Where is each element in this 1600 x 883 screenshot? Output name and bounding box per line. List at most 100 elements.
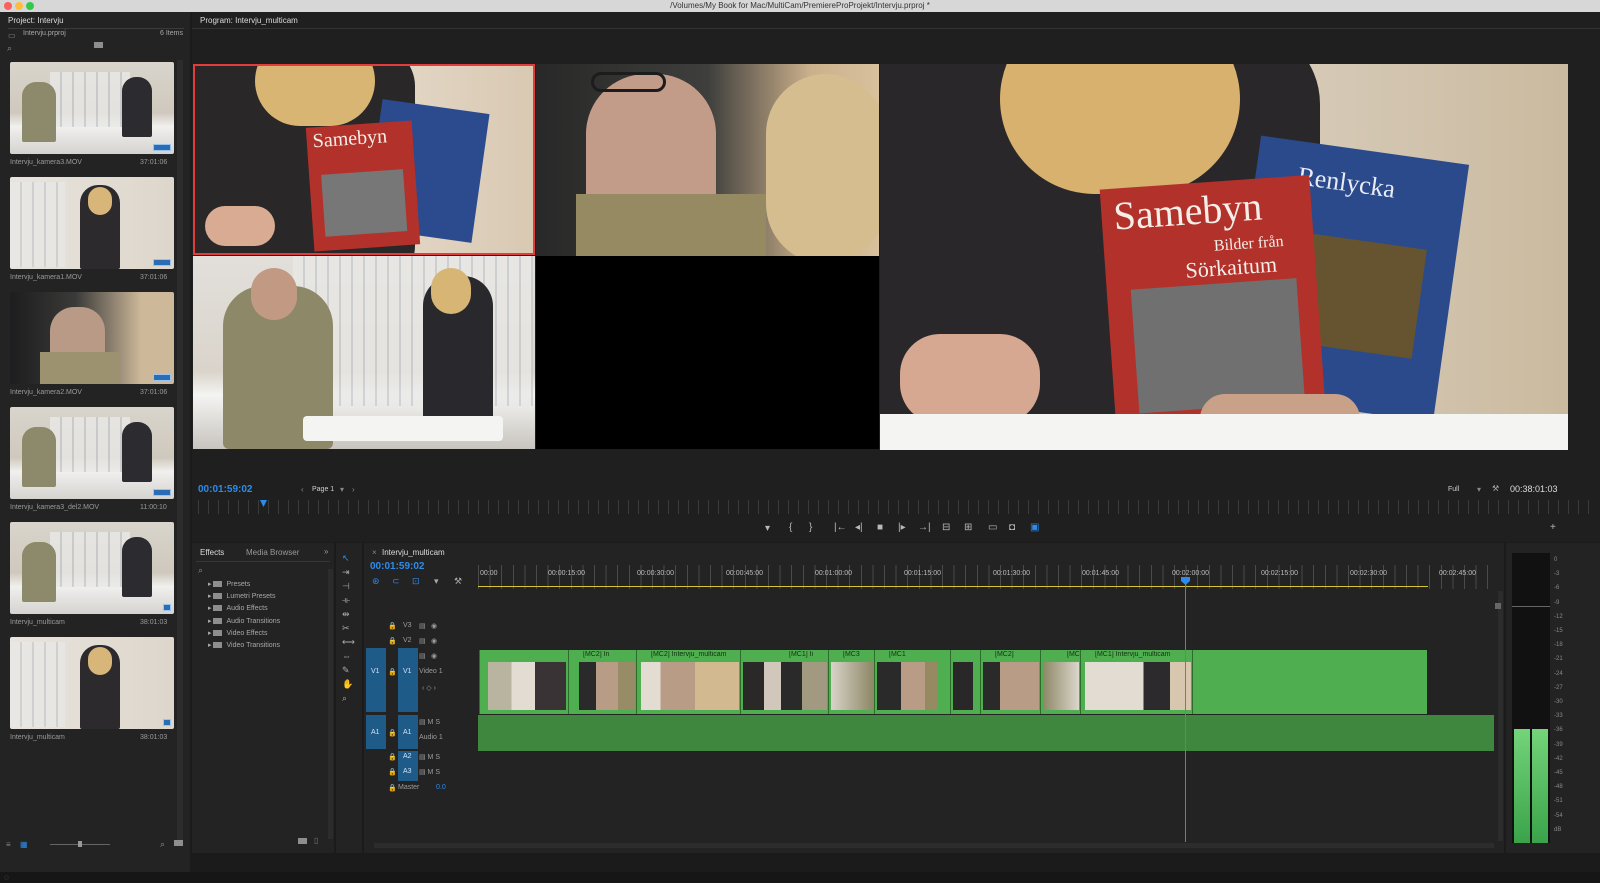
effects-scrollbar[interactable] — [328, 569, 333, 839]
search-icon[interactable]: ⌕ — [198, 565, 203, 576]
mute-solo-controls[interactable]: ▤ M S — [419, 768, 440, 776]
panel-overflow-icon[interactable]: » — [324, 547, 328, 556]
stop-icon[interactable]: ■ — [877, 522, 883, 533]
button-editor-icon[interactable]: + — [1550, 522, 1556, 533]
add-marker-icon[interactable]: ▾ — [434, 576, 439, 587]
track-name-audio1[interactable]: Audio 1 — [419, 734, 443, 741]
ripple-edit-tool-icon[interactable]: ⊣ — [342, 581, 350, 592]
effects-folder-audio-transitions[interactable]: ▸ Audio Transitions — [208, 617, 280, 625]
delete-icon[interactable]: ▯ — [314, 836, 318, 845]
timeline-playhead[interactable] — [1185, 578, 1186, 842]
lock-icon[interactable]: 🔒 — [388, 622, 397, 630]
comparison-view-icon[interactable]: ▭ — [988, 522, 997, 533]
lock-icon[interactable]: 🔒 — [388, 668, 397, 676]
timeline-clip[interactable] — [479, 650, 568, 714]
track-select-tool-icon[interactable]: ⇥ — [342, 567, 350, 578]
project-item-thumbnail[interactable] — [10, 637, 174, 729]
multicam-angle-4[interactable] — [536, 256, 879, 449]
eye-icon[interactable]: ◉ — [431, 622, 437, 630]
page-dropdown-icon[interactable]: ▾ — [340, 485, 344, 494]
go-to-out-icon[interactable]: →| — [918, 522, 931, 533]
resolution-dropdown-icon[interactable]: ▾ — [1477, 485, 1481, 494]
track-label-a1[interactable]: A1 — [403, 729, 412, 736]
sync-lock-icon[interactable]: ▤ — [419, 652, 426, 660]
tab-media-browser[interactable]: Media Browser — [246, 548, 299, 557]
timeline-clip[interactable]: [MC2] In — [568, 650, 636, 714]
close-window-button[interactable] — [4, 2, 12, 10]
project-panel-title[interactable]: Project: Intervju — [8, 16, 64, 25]
scroll-handle[interactable] — [1495, 603, 1501, 609]
track-label-v3[interactable]: V3 — [403, 622, 412, 629]
tab-effects[interactable]: Effects — [200, 548, 224, 557]
lock-icon[interactable]: 🔒 — [388, 637, 397, 645]
minimize-window-button[interactable] — [15, 2, 23, 10]
timeline-clip[interactable]: [MC1] Ii — [740, 650, 828, 714]
project-item-thumbnail[interactable] — [10, 62, 174, 154]
eye-icon[interactable]: ◉ — [431, 637, 437, 645]
settings-wrench-icon[interactable]: ⚒ — [1492, 484, 1499, 493]
selection-tool-icon[interactable]: ↖ — [342, 553, 350, 564]
go-to-in-icon[interactable]: |← — [834, 522, 847, 533]
multicam-angle-1[interactable]: Samebyn — [193, 64, 535, 255]
slide-tool-icon[interactable]: ⇔ — [342, 651, 351, 661]
new-bin-icon[interactable] — [94, 42, 103, 48]
list-view-icon[interactable]: ≡ — [6, 840, 11, 849]
project-scrollbar[interactable] — [177, 60, 183, 840]
new-bin-icon[interactable] — [298, 838, 307, 844]
rolling-edit-tool-icon[interactable]: ⟛ — [342, 595, 350, 606]
master-track-label[interactable]: Master — [398, 784, 419, 791]
multicam-angle-2[interactable] — [536, 64, 879, 256]
program-mini-timeline[interactable] — [198, 500, 1592, 514]
lock-icon[interactable]: 🔒 — [388, 753, 397, 761]
multicam-toggle-icon[interactable]: ▣ — [1030, 522, 1039, 533]
multicam-angle-3[interactable] — [193, 256, 535, 449]
timeline-scrollbar[interactable] — [1498, 591, 1503, 841]
timeline-clip[interactable]: [MC2] Intervju_multicam — [636, 650, 740, 714]
project-item-thumbnail[interactable] — [10, 292, 174, 384]
track-label-v2[interactable]: V2 — [403, 637, 412, 644]
timeline-timecode[interactable]: 00:01:59:02 — [370, 561, 424, 572]
project-item-thumbnail[interactable] — [10, 177, 174, 269]
mute-solo-controls[interactable]: ▤ M S — [419, 753, 440, 761]
program-timecode[interactable]: 00:01:59:02 — [198, 484, 252, 495]
pen-tool-icon[interactable]: ✎ — [342, 665, 350, 676]
add-marker-icon[interactable]: ▾ — [765, 523, 770, 534]
zoom-tool-icon[interactable]: ⌕ — [342, 693, 347, 704]
project-item-thumbnail[interactable] — [10, 522, 174, 614]
track-label-a3[interactable]: A3 — [403, 768, 412, 775]
track-label-a2[interactable]: A2 — [403, 753, 412, 760]
zoom-slider-handle[interactable] — [78, 841, 82, 847]
timeline-tab[interactable]: Intervju_multicam — [382, 548, 445, 557]
mark-in-icon[interactable]: { — [789, 522, 792, 533]
search-icon[interactable]: ⌕ — [7, 43, 12, 54]
track-target-v1[interactable] — [398, 648, 418, 712]
source-patch-v1[interactable] — [366, 648, 386, 712]
hand-tool-icon[interactable]: ✋ — [342, 679, 353, 690]
step-back-icon[interactable]: ◂| — [855, 522, 863, 533]
export-frame-icon[interactable]: ◘ — [1009, 522, 1015, 533]
extract-icon[interactable]: ⊞ — [964, 522, 972, 533]
effects-folder-lumetri-presets[interactable]: ▸ Lumetri Presets — [208, 592, 276, 600]
timeline-horizontal-scrollbar[interactable] — [374, 843, 1494, 848]
program-panel-title[interactable]: Program: Intervju_multicam — [200, 16, 298, 25]
project-item-thumbnail[interactable] — [10, 407, 174, 499]
work-area-bar[interactable] — [478, 586, 1428, 587]
slip-tool-icon[interactable]: ⟷ — [342, 637, 355, 648]
track-label-v1[interactable]: V1 — [403, 668, 412, 675]
program-output-frame[interactable]: Renlycka Samebyn Bilder från Sörkaitum — [880, 64, 1568, 450]
keyframe-nav-icon[interactable]: ‹ ◇ › — [422, 684, 436, 692]
timeline-clip[interactable]: [MC — [1040, 650, 1080, 714]
nest-toggle-icon[interactable]: ⊛ — [372, 576, 380, 587]
effects-folder-video-transitions[interactable]: ▸ Video Transitions — [208, 641, 280, 649]
sync-lock-icon[interactable]: ▤ — [419, 637, 426, 645]
zoom-window-button[interactable] — [26, 2, 34, 10]
page-prev-icon[interactable]: ‹ — [301, 485, 304, 494]
timeline-clip[interactable]: [MC1] Intervju_multicam — [1080, 650, 1192, 714]
mark-out-icon[interactable]: } — [809, 522, 812, 533]
mute-solo-controls[interactable]: ▤ M S — [419, 718, 440, 726]
timeline-clip[interactable]: [MC1 — [874, 650, 950, 714]
lock-icon[interactable]: 🔒 — [388, 729, 397, 737]
master-volume-value[interactable]: 0.0 — [436, 784, 446, 791]
snap-icon[interactable]: ⊂ — [392, 576, 400, 587]
lift-icon[interactable]: ⊟ — [942, 522, 950, 533]
